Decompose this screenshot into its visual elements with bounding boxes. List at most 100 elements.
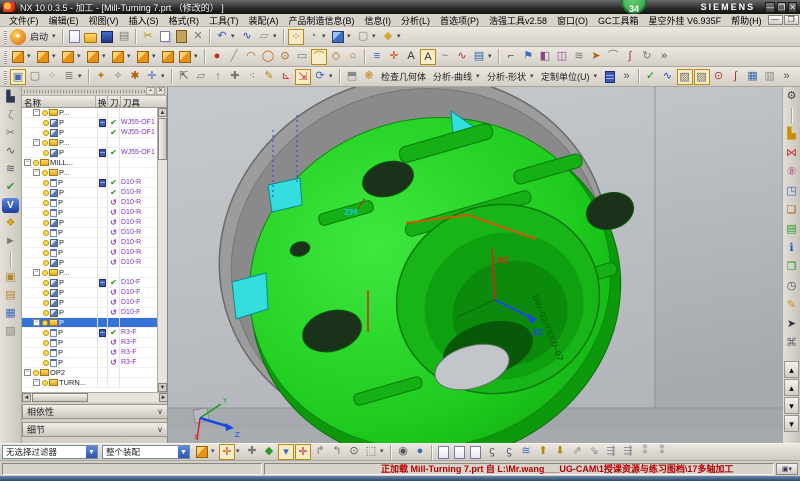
fixture-icon[interactable]: ▣ (2, 270, 19, 285)
tree-row-operation-13[interactable]: P↺D10-R (22, 238, 157, 248)
doc-b-icon[interactable] (454, 446, 465, 459)
center-mark-icon[interactable]: ⊙ (711, 69, 727, 85)
reuse-library-icon[interactable]: ◳ (783, 184, 800, 199)
visibility-bulb-icon[interactable] (43, 300, 49, 306)
visibility-bulb-icon[interactable] (43, 280, 49, 286)
check-geometry-button[interactable]: 检查几何体 (378, 69, 429, 85)
menu-item-14[interactable]: 星空外挂 V6.935F (644, 14, 727, 27)
helix-icon[interactable]: ↻ (639, 49, 655, 65)
menu-item-4[interactable]: 格式(R) (164, 14, 205, 27)
select-group-icon[interactable]: ⁘ (44, 69, 60, 85)
toolbar-grip[interactable] (4, 50, 7, 64)
move-up-icon[interactable]: ⬆ (535, 444, 551, 460)
menu-item-3[interactable]: 插入(S) (124, 14, 164, 27)
profile-icon[interactable]: ⌒ (311, 49, 327, 65)
fit-curve-icon[interactable]: ∿ (454, 49, 470, 65)
tree-expander-icon[interactable]: − (33, 379, 40, 386)
sheet-body-icon[interactable]: ▢ (355, 29, 371, 45)
child-restore-button[interactable]: ❐ (784, 15, 799, 25)
tree-row-group-21[interactable]: −P (22, 318, 157, 328)
point-coordinates-icon[interactable]: ≡ (369, 49, 385, 65)
surface-icon-dropdown[interactable]: ▾ (488, 49, 495, 65)
tree-row-operation-17[interactable]: P✔D10-F (22, 278, 157, 288)
start-icon[interactable]: ✦ (10, 29, 26, 45)
visibility-bulb-icon[interactable] (43, 200, 49, 206)
scroll-left-button[interactable]: ◄ (22, 393, 31, 402)
move-down-icon[interactable]: ⬇ (552, 444, 568, 460)
part-navigator-icon[interactable]: ⑧ (783, 165, 800, 180)
navigator-close-button[interactable]: ✕ (156, 87, 165, 95)
select-chain-icon[interactable]: ≣ (61, 69, 77, 85)
tree-row-operation-9[interactable]: P↺D10-R (22, 198, 157, 208)
eye-icon[interactable]: ◉ (395, 444, 411, 460)
vericut-icon[interactable]: V (2, 198, 19, 213)
tree-row-operation-11[interactable]: P↺D10-R (22, 218, 157, 228)
visibility-bulb-icon[interactable] (42, 270, 48, 276)
hatch-a-icon[interactable]: ▨ (677, 69, 693, 85)
snap-mid-icon[interactable]: ✱ (127, 69, 143, 85)
constraint-navigator-icon[interactable]: ⋈ (783, 146, 800, 161)
view-cross-icon[interactable]: ✚ (227, 69, 243, 85)
tree-vertical-scrollbar[interactable]: ▲ ▼ (157, 108, 167, 392)
snap-plus-icon[interactable]: ✛ (219, 444, 235, 460)
chevron-down-icon[interactable]: ∨ (157, 425, 163, 434)
scroll-thumb[interactable] (32, 393, 88, 402)
unite-icon[interactable]: ◔ (305, 29, 321, 45)
measure-icon[interactable]: ⌐ (503, 49, 519, 65)
dependencies-section[interactable]: 相依性 ∨ (22, 404, 168, 419)
spline-icon[interactable]: ~ (437, 49, 453, 65)
visibility-bulb-icon[interactable] (43, 290, 49, 296)
rectangle-icon[interactable]: ▭ (294, 49, 310, 65)
surface-icon[interactable]: ▤ (471, 49, 487, 65)
tree-expander-icon[interactable]: − (33, 109, 40, 116)
analyze-curve-button[interactable]: 分析-曲线 (430, 69, 475, 85)
column-header-tool[interactable]: 刀具 (121, 96, 167, 107)
tree-row-operation-14[interactable]: P↺D10-R (22, 248, 157, 258)
unite-icon-dropdown[interactable]: ▾ (322, 29, 329, 45)
resource-scroll-down-button[interactable]: ▾ (784, 397, 799, 414)
combo-dropdown-icon[interactable]: ▼ (178, 446, 189, 458)
wcs-dynamics-icon[interactable]: ✛ (144, 69, 160, 85)
manual-book-icon[interactable] (605, 71, 615, 83)
tree-row-operation-12[interactable]: P↺D10-R (22, 228, 157, 238)
start-menu-button-dropdown[interactable]: ▾ (52, 29, 59, 45)
toolbar-grip[interactable] (4, 70, 7, 84)
select-filter-icon[interactable]: ▣ (10, 69, 26, 85)
toolbar-grip[interactable] (4, 30, 7, 44)
align-b-icon[interactable]: ⇘ (586, 444, 602, 460)
pattern-feature-icon[interactable]: ⁘ (288, 29, 304, 45)
studio-spline-icon[interactable]: ∿ (239, 29, 255, 45)
section-line-icon[interactable]: ∫ (728, 69, 744, 85)
custom-units-button[interactable]: 定制单位(U) (538, 69, 593, 85)
spline-check-icon[interactable]: ✓ (643, 69, 659, 85)
axes-icon[interactable]: ⊾ (278, 69, 294, 85)
robot-icon[interactable]: ⌘ (783, 336, 800, 351)
tree-row-group-0[interactable]: −P... (22, 108, 157, 118)
arc-icon[interactable]: ◠ (243, 49, 259, 65)
visibility-bulb-icon[interactable] (42, 170, 48, 176)
sketch-s1-icon[interactable]: ϛ (484, 444, 500, 460)
snap-cross-icon[interactable]: ✚ (244, 444, 260, 460)
cylinder-feature-icon[interactable] (37, 51, 49, 63)
sheet-tool-icon[interactable]: ≋ (2, 162, 19, 177)
tree-expander-icon[interactable]: − (33, 319, 40, 326)
block-feature-icon-dropdown[interactable]: ▾ (27, 49, 34, 65)
tree-row-operation-18[interactable]: P↺D10-F (22, 288, 157, 298)
bounded-box-icon[interactable]: ⬚ (363, 444, 379, 460)
display-mode-icon[interactable]: ▧ (2, 324, 19, 339)
visibility-bulb-icon[interactable] (43, 340, 49, 346)
snap-settings-icon[interactable] (196, 446, 208, 458)
undo-icon-dropdown[interactable]: ▾ (231, 29, 238, 45)
history-doc-icon[interactable]: ❒ (783, 260, 800, 275)
tree-row-operation-10[interactable]: P↺D10-R (22, 208, 157, 218)
color-palette-icon[interactable]: ✎ (783, 298, 800, 313)
palettes-icon[interactable]: ▤ (783, 222, 800, 237)
point-icon[interactable]: ● (209, 49, 225, 65)
hole-feature-icon[interactable] (87, 51, 99, 63)
menu-item-13[interactable]: GC工具箱 (593, 14, 644, 27)
xyz-point-icon[interactable]: ✛ (386, 49, 402, 65)
snap-red-plus-icon[interactable]: ✛ (295, 444, 311, 460)
chevron-down-icon[interactable]: ∨ (157, 407, 163, 416)
mirror-icon[interactable]: ◫ (554, 49, 570, 65)
snap-point-icon[interactable]: ✦ (93, 69, 109, 85)
